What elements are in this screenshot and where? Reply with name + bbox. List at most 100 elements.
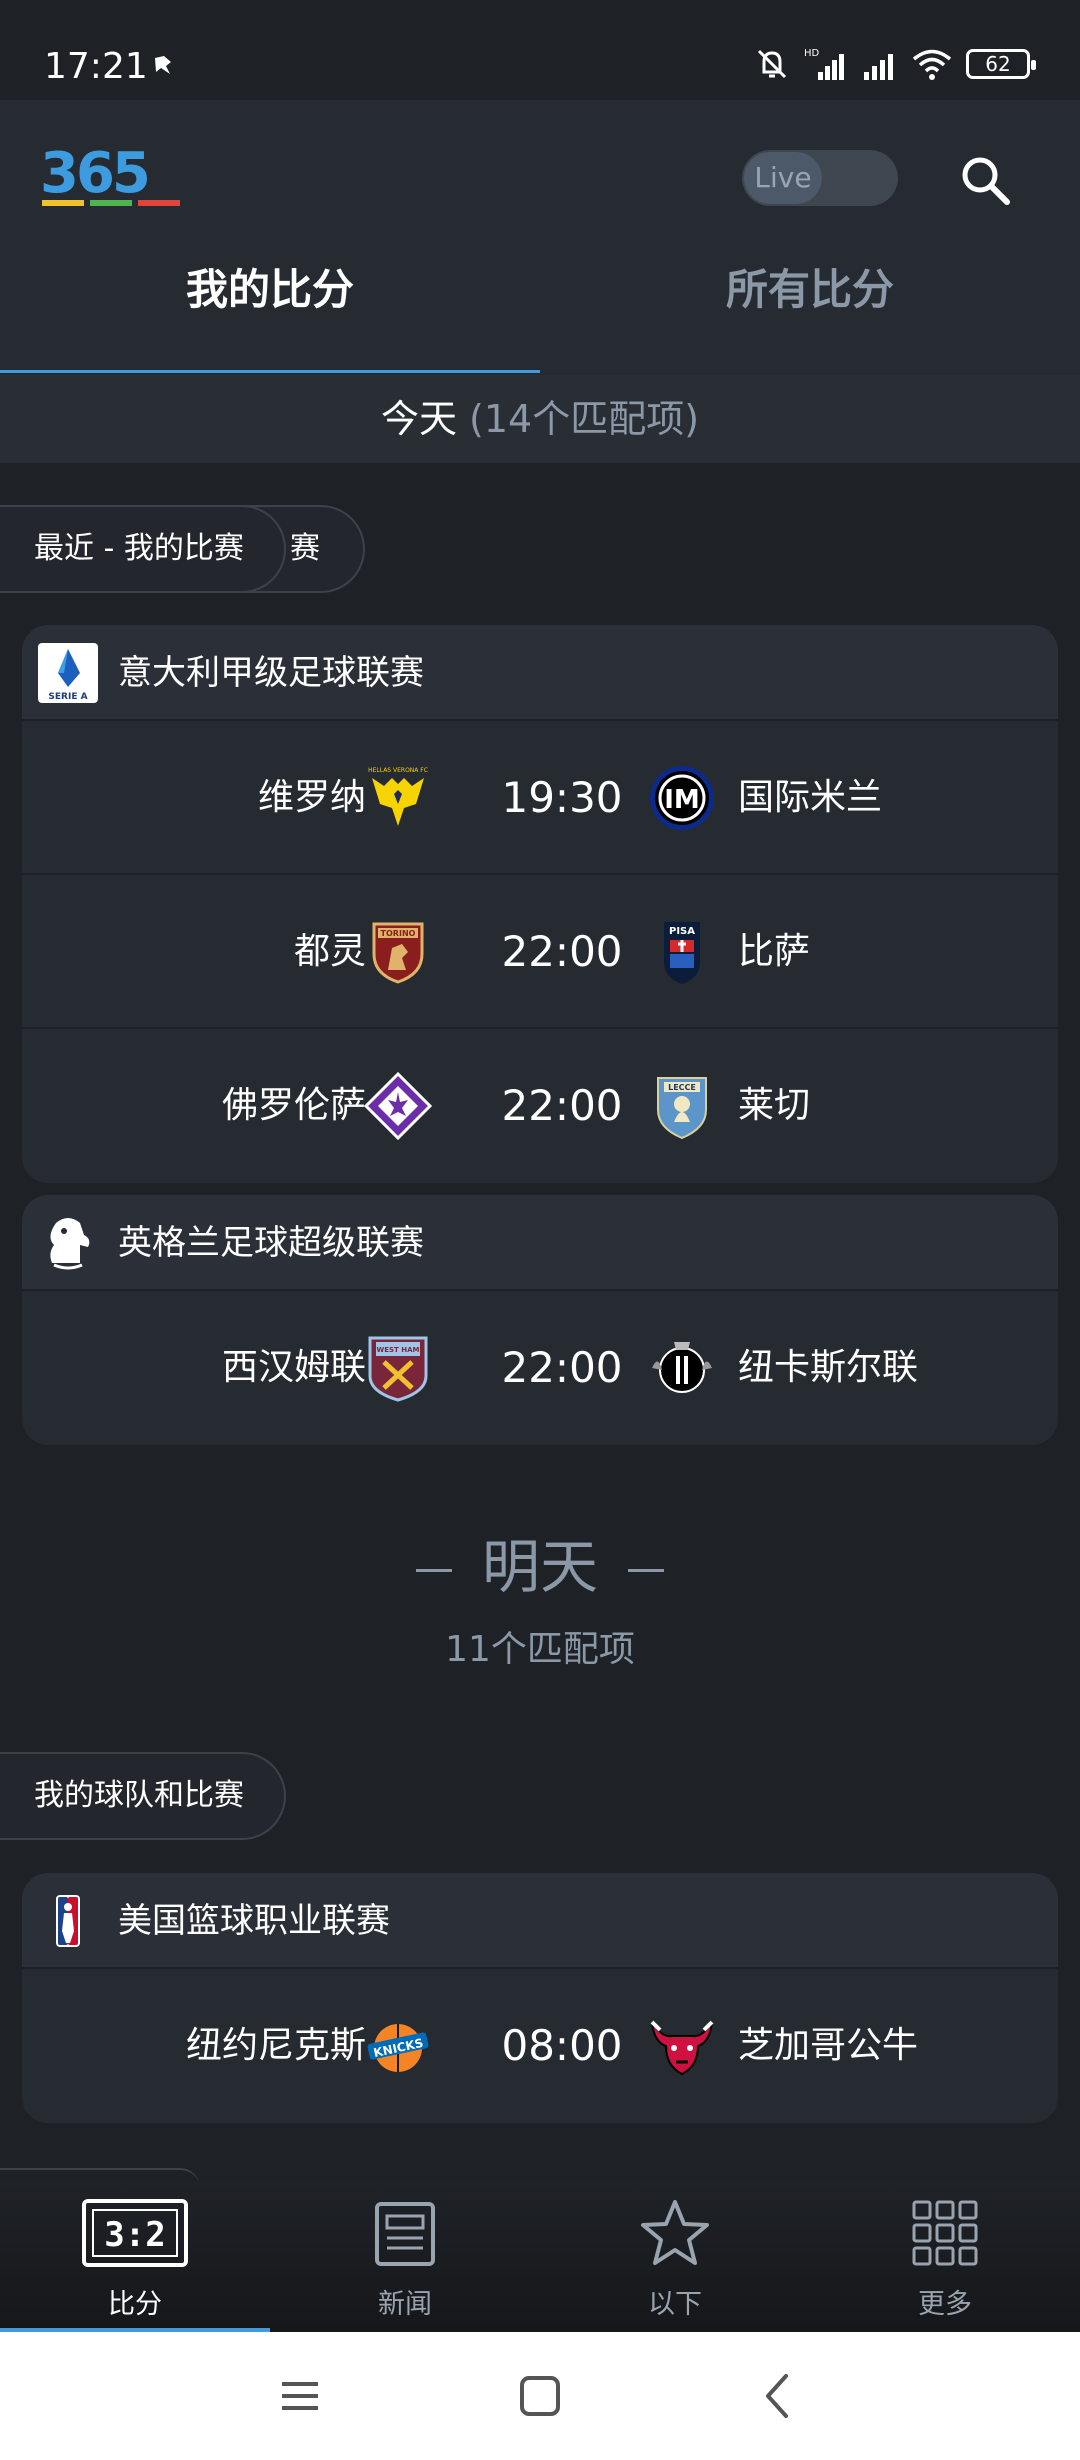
menu-icon[interactable]	[270, 2366, 330, 2426]
search-icon[interactable]	[955, 150, 1015, 210]
today-label: 今天	[380, 397, 457, 441]
torino-crest-icon: TORINO	[372, 922, 424, 984]
league-card-serie-a: SERIE A 意大利甲级足球联赛 维罗纳 HELLAS VERONA FC 1…	[22, 625, 1058, 1183]
scoreboard-icon: 3:2	[82, 2199, 188, 2267]
nav-following[interactable]: 以下	[540, 2180, 810, 2332]
away-team: 国际米兰	[738, 777, 883, 818]
wifi-icon	[912, 49, 952, 80]
news-icon	[375, 2202, 435, 2266]
svg-text:IM: IM	[664, 785, 700, 815]
home-icon[interactable]	[510, 2366, 570, 2426]
away-team: 比萨	[738, 931, 811, 972]
match-row[interactable]: 维罗纳 HELLAS VERONA FC 19:30 IM 国际米兰	[22, 721, 1058, 875]
match-time: 22:00	[501, 927, 623, 976]
match-time: 22:00	[501, 1081, 623, 1130]
recent-my-matches-chip[interactable]: 最近 - 我的比赛	[0, 505, 286, 593]
tomorrow-label: 明天	[481, 1533, 598, 1601]
app-logo[interactable]: 365	[40, 144, 190, 210]
league-card-nba: 美国篮球职业联赛 纽约尼克斯 KNICKS 08:00 芝加哥公牛	[22, 1873, 1058, 2123]
league-name: 意大利甲级足球联赛	[118, 653, 424, 693]
status-time: 17:21	[44, 46, 148, 87]
match-time: 19:30	[501, 773, 623, 822]
today-date-bar[interactable]: 今天 (14个匹配项)	[0, 375, 1080, 463]
live-toggle-label: Live	[744, 152, 822, 204]
home-team: 纽约尼克斯	[185, 2025, 366, 2066]
pisa-crest-icon: PISA	[664, 922, 700, 984]
league-header[interactable]: SERIE A 意大利甲级足球联赛	[22, 625, 1058, 721]
nav-more[interactable]: 更多	[810, 2180, 1080, 2332]
star-icon	[641, 2200, 709, 2265]
app-header: 365 Live	[0, 100, 1080, 250]
battery-level: 62	[985, 52, 1011, 76]
live-toggle[interactable]: Live	[742, 150, 898, 206]
home-team: 都灵	[293, 931, 366, 972]
svg-text:HELLAS VERONA FC: HELLAS VERONA FC	[368, 767, 428, 774]
nav-label: 比分	[108, 2289, 162, 2320]
verona-crest-icon: HELLAS VERONA FC	[368, 767, 428, 826]
scoreboard-text: 3:2	[104, 2215, 165, 2255]
league-name: 美国篮球职业联赛	[118, 1901, 390, 1941]
tomorrow-title: 明天	[0, 1520, 1080, 1604]
divider-left	[415, 1569, 452, 1573]
svg-text:TORINO: TORINO	[381, 929, 416, 938]
league-header[interactable]: 英格兰足球超级联赛	[22, 1195, 1058, 1291]
status-bar: 17:21 HD 62	[0, 0, 1080, 100]
match-row[interactable]: 佛罗伦萨 22:00 LECCE 莱切	[22, 1029, 1058, 1183]
nav-label: 以下	[648, 2289, 702, 2320]
home-team: 西汉姆联	[221, 1347, 366, 1388]
home-team: 维罗纳	[257, 777, 366, 818]
tomorrow-count: 11个匹配项	[445, 1629, 635, 1670]
match-time: 22:00	[501, 1343, 623, 1392]
newcastle-crest-icon	[652, 1342, 712, 1393]
league-card-premier-league: 英格兰足球超级联赛 西汉姆联 WEST HAM 22:00 纽卡斯尔联	[22, 1195, 1058, 1445]
tab-all-scores[interactable]: 所有比分	[540, 250, 1080, 375]
nav-news[interactable]: 新闻	[270, 2180, 540, 2332]
fiorentina-crest-icon	[364, 1072, 432, 1140]
divider-right	[628, 1569, 664, 1573]
signal-icon	[864, 54, 893, 80]
premier-league-logo	[50, 1218, 90, 1270]
match-row[interactable]: 都灵 TORINO 22:00 PISA 比萨	[22, 875, 1058, 1029]
nba-logo	[56, 1895, 80, 1947]
league-name: 英格兰足球超级联赛	[118, 1223, 424, 1263]
nav-label: 更多	[918, 2289, 972, 2320]
logo-text: 365	[40, 144, 148, 206]
serie-a-logo: SERIE A	[38, 643, 98, 703]
svg-text:PISA: PISA	[669, 926, 695, 937]
my-teams-chip[interactable]: 我的球队和比赛	[0, 1752, 286, 1840]
match-row[interactable]: 西汉姆联 WEST HAM 22:00 纽卡斯尔联	[22, 1291, 1058, 1445]
away-team: 纽卡斯尔联	[738, 1347, 919, 1388]
battery-icon: 62	[966, 49, 1036, 79]
today-count: (14个匹配项)	[469, 397, 700, 441]
tomorrow-section[interactable]: 明天 11个匹配项	[0, 1520, 1080, 1672]
west-ham-crest-icon: WEST HAM	[368, 1336, 428, 1402]
away-team: 芝加哥公牛	[738, 2025, 919, 2066]
svg-text:HD: HD	[804, 48, 820, 59]
hd-signal-icon: HD	[804, 48, 844, 80]
score-tabs: 我的比分 所有比分	[0, 250, 1080, 375]
away-team: 莱切	[738, 1085, 811, 1126]
mute-icon	[757, 49, 787, 79]
match-row[interactable]: 纽约尼克斯 KNICKS 08:00 芝加哥公牛	[22, 1969, 1058, 2123]
match-time: 08:00	[501, 2021, 623, 2070]
league-header[interactable]: 美国篮球职业联赛	[22, 1873, 1058, 1969]
grid-icon	[912, 2200, 978, 2266]
home-team: 佛罗伦萨	[221, 1085, 366, 1126]
tab-my-scores[interactable]: 我的比分	[0, 250, 540, 375]
bottom-nav: 3:2 比分 新闻 以下 更多	[0, 2180, 1080, 2332]
back-icon[interactable]	[748, 2366, 808, 2426]
nav-label: 新闻	[378, 2289, 432, 2320]
lecce-crest-icon: LECCE	[657, 1077, 707, 1140]
notification-icon	[155, 56, 171, 74]
recent-chip-back-label: 赛	[290, 531, 320, 566]
svg-text:SERIE A: SERIE A	[48, 692, 87, 702]
knicks-logo-icon: KNICKS	[367, 2024, 429, 2072]
bulls-logo-icon	[650, 2020, 714, 2076]
system-nav-bar	[0, 2332, 1080, 2460]
svg-text:WEST HAM: WEST HAM	[377, 1346, 420, 1354]
inter-crest-icon: IM	[650, 766, 714, 830]
tab-indicator	[0, 370, 540, 373]
svg-text:LECCE: LECCE	[668, 1083, 696, 1092]
status-icons: HD 62	[754, 44, 1036, 84]
nav-scores[interactable]: 3:2 比分	[0, 2180, 270, 2332]
